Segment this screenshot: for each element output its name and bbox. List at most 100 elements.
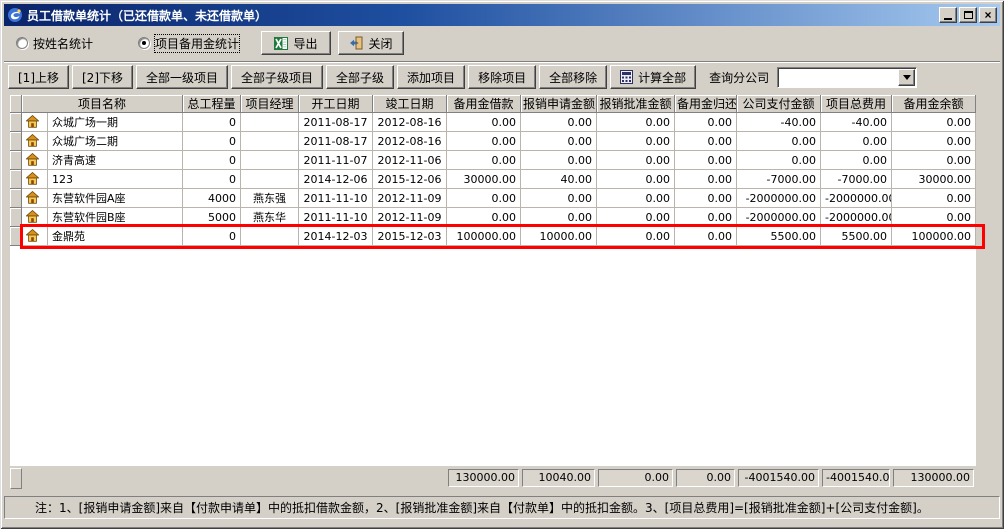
titlebar: 员工借款单统计（已还借款单、未还借款单） × xyxy=(4,4,1000,26)
cell-reserve-return: 0.00 xyxy=(675,208,737,227)
cell-reserve-balance: 0.00 xyxy=(892,151,976,170)
footnote-bar: 注：1、[报销申请金额]来自【付款申请单】中的抵扣借款金额，2、[报销批准金额]… xyxy=(4,496,1000,519)
table-row[interactable]: 金鼎苑02014-12-032015-12-03100000.0010000.0… xyxy=(10,227,976,246)
col-header-company-pay: 公司支付金额 xyxy=(737,95,821,113)
cell-reimburse-apply: 0.00 xyxy=(521,151,597,170)
total-reimburse-approve: 0.00 xyxy=(598,469,673,487)
cell-reserve-return: 0.00 xyxy=(675,170,737,189)
summary-row: 130000.0010040.000.000.00-4001540.00-400… xyxy=(10,466,976,491)
radio-by-project-reserve[interactable]: 项目备用金统计 xyxy=(138,36,239,50)
cell-project-name: 金鼎苑 xyxy=(48,227,183,246)
branch-filter-label: 查询分公司 xyxy=(709,69,769,86)
cell-project-total-cost: 5500.00 xyxy=(821,227,892,246)
cell-reimburse-approve: 0.00 xyxy=(597,227,675,246)
projects-grid: 项目名称总工程量项目经理开工日期竣工日期备用金借款报销申请金额报销批准金额备用金… xyxy=(10,95,976,466)
table-row[interactable]: 众城广场二期02011-08-172012-08-160.000.000.000… xyxy=(10,132,976,151)
cell-start-date: 2011-08-17 xyxy=(299,132,373,151)
cell-project-total-cost: -2000000.00 xyxy=(821,208,892,227)
cell-company-pay: -40.00 xyxy=(737,113,821,132)
cell-reserve-borrow: 30000.00 xyxy=(447,170,521,189)
cell-reimburse-apply: 0.00 xyxy=(521,208,597,227)
branch-filter-input[interactable] xyxy=(780,70,896,85)
table-body: 众城广场一期02011-08-172012-08-160.000.000.000… xyxy=(10,113,976,246)
toolbar-button-remove-all[interactable]: 全部移除 xyxy=(539,65,607,89)
toolbar-button-label: 全部一级项目 xyxy=(146,69,218,86)
cell-reserve-return: 0.00 xyxy=(675,151,737,170)
toolbar-button-remove-project[interactable]: 移除项目 xyxy=(468,65,536,89)
row-selector[interactable] xyxy=(10,132,22,151)
row-selector[interactable] xyxy=(10,113,22,132)
table-row[interactable]: 东营软件园A座4000燕东强2011-11-102012-11-090.000.… xyxy=(10,189,976,208)
cell-project-manager xyxy=(241,113,299,132)
app-window: 员工借款单统计（已还借款单、未还借款单） × 按姓名统计 项目备用金统计 导出 xyxy=(0,0,1004,529)
cell-company-pay: 5500.00 xyxy=(737,227,821,246)
cell-reserve-return: 0.00 xyxy=(675,189,737,208)
header-selector-stub xyxy=(10,95,22,113)
radio-circle xyxy=(16,37,28,49)
toolbar-button-all-level1-projects[interactable]: 全部一级项目 xyxy=(136,65,228,89)
cell-total-quantity: 5000 xyxy=(183,208,241,227)
window-title: 员工借款单统计（已还借款单、未还借款单） xyxy=(27,7,935,24)
house-icon xyxy=(22,170,48,189)
house-icon xyxy=(22,151,48,170)
total-reserve-balance: 130000.00 xyxy=(893,469,974,487)
cell-reserve-borrow: 100000.00 xyxy=(447,227,521,246)
cell-reimburse-approve: 0.00 xyxy=(597,208,675,227)
row-selector[interactable] xyxy=(10,170,22,189)
cell-total-quantity: 4000 xyxy=(183,189,241,208)
row-selector[interactable] xyxy=(10,189,22,208)
house-icon xyxy=(22,132,48,151)
export-button[interactable]: 导出 xyxy=(261,31,331,55)
toolbar-button-add-project[interactable]: 添加项目 xyxy=(397,65,465,89)
maximize-button[interactable] xyxy=(959,7,977,23)
row-selector[interactable] xyxy=(10,151,22,170)
table-row[interactable]: 12302014-12-062015-12-0630000.0040.000.0… xyxy=(10,170,976,189)
toolbar-button-all-sub-projects[interactable]: 全部子级项目 xyxy=(231,65,323,89)
toolbar-button-all-sub-levels[interactable]: 全部子级 xyxy=(326,65,394,89)
total-reserve-return: 0.00 xyxy=(676,469,735,487)
radio-by-name[interactable]: 按姓名统计 xyxy=(16,36,93,50)
cell-project-total-cost: -2000000.00 xyxy=(821,189,892,208)
cell-total-quantity: 0 xyxy=(183,227,241,246)
toolbar-button-move-up[interactable]: [1]上移 xyxy=(8,65,69,89)
cell-end-date: 2012-08-16 xyxy=(373,132,447,151)
branch-filter-combobox[interactable] xyxy=(777,67,917,88)
cell-company-pay: 0.00 xyxy=(737,151,821,170)
cell-reimburse-approve: 0.00 xyxy=(597,170,675,189)
row-selector[interactable] xyxy=(10,227,22,246)
minimize-button[interactable] xyxy=(939,7,957,23)
close-window-button[interactable]: × xyxy=(979,7,997,23)
cell-start-date: 2014-12-06 xyxy=(299,170,373,189)
toolbar: [1]上移 [2]下移 全部一级项目全部子级项目全部子级添加项目移除项目全部移除计算… xyxy=(8,65,996,89)
cell-reserve-borrow: 0.00 xyxy=(447,132,521,151)
chevron-down-icon[interactable] xyxy=(898,69,915,86)
table-row[interactable]: 众城广场一期02011-08-172012-08-160.000.000.000… xyxy=(10,113,976,132)
cell-reserve-return: 0.00 xyxy=(675,132,737,151)
cell-project-total-cost: 0.00 xyxy=(821,132,892,151)
cell-reserve-balance: 0.00 xyxy=(892,132,976,151)
cell-end-date: 2012-11-06 xyxy=(373,151,447,170)
toolbar-button-calc-all[interactable]: 计算全部 xyxy=(610,65,696,89)
close-button[interactable]: 关闭 xyxy=(338,31,404,55)
cell-project-total-cost: -40.00 xyxy=(821,113,892,132)
cell-project-manager xyxy=(241,170,299,189)
cell-project-manager: 燕东强 xyxy=(241,189,299,208)
cell-project-total-cost: 0.00 xyxy=(821,151,892,170)
toolbar-button-move-down[interactable]: [2]下移 xyxy=(72,65,133,89)
cell-reserve-balance: 0.00 xyxy=(892,113,976,132)
export-button-label: 导出 xyxy=(293,35,317,52)
cell-reserve-borrow: 0.00 xyxy=(447,208,521,227)
col-header-reserve-borrow: 备用金借款 xyxy=(447,95,521,113)
cell-end-date: 2015-12-03 xyxy=(373,227,447,246)
projects-table: 项目名称总工程量项目经理开工日期竣工日期备用金借款报销申请金额报销批准金额备用金… xyxy=(10,95,976,246)
house-icon xyxy=(22,113,48,132)
cell-project-name: 众城广场一期 xyxy=(48,113,183,132)
cell-reimburse-approve: 0.00 xyxy=(597,132,675,151)
table-row[interactable]: 东营软件园B座5000燕东华2011-11-102012-11-090.000.… xyxy=(10,208,976,227)
toolbar-button-label: [2]下移 xyxy=(82,69,123,86)
col-header-end-date: 竣工日期 xyxy=(373,95,447,113)
cell-project-manager xyxy=(241,151,299,170)
table-row[interactable]: 济青高速02011-11-072012-11-060.000.000.000.0… xyxy=(10,151,976,170)
row-selector[interactable] xyxy=(10,208,22,227)
cell-project-manager: 燕东华 xyxy=(241,208,299,227)
